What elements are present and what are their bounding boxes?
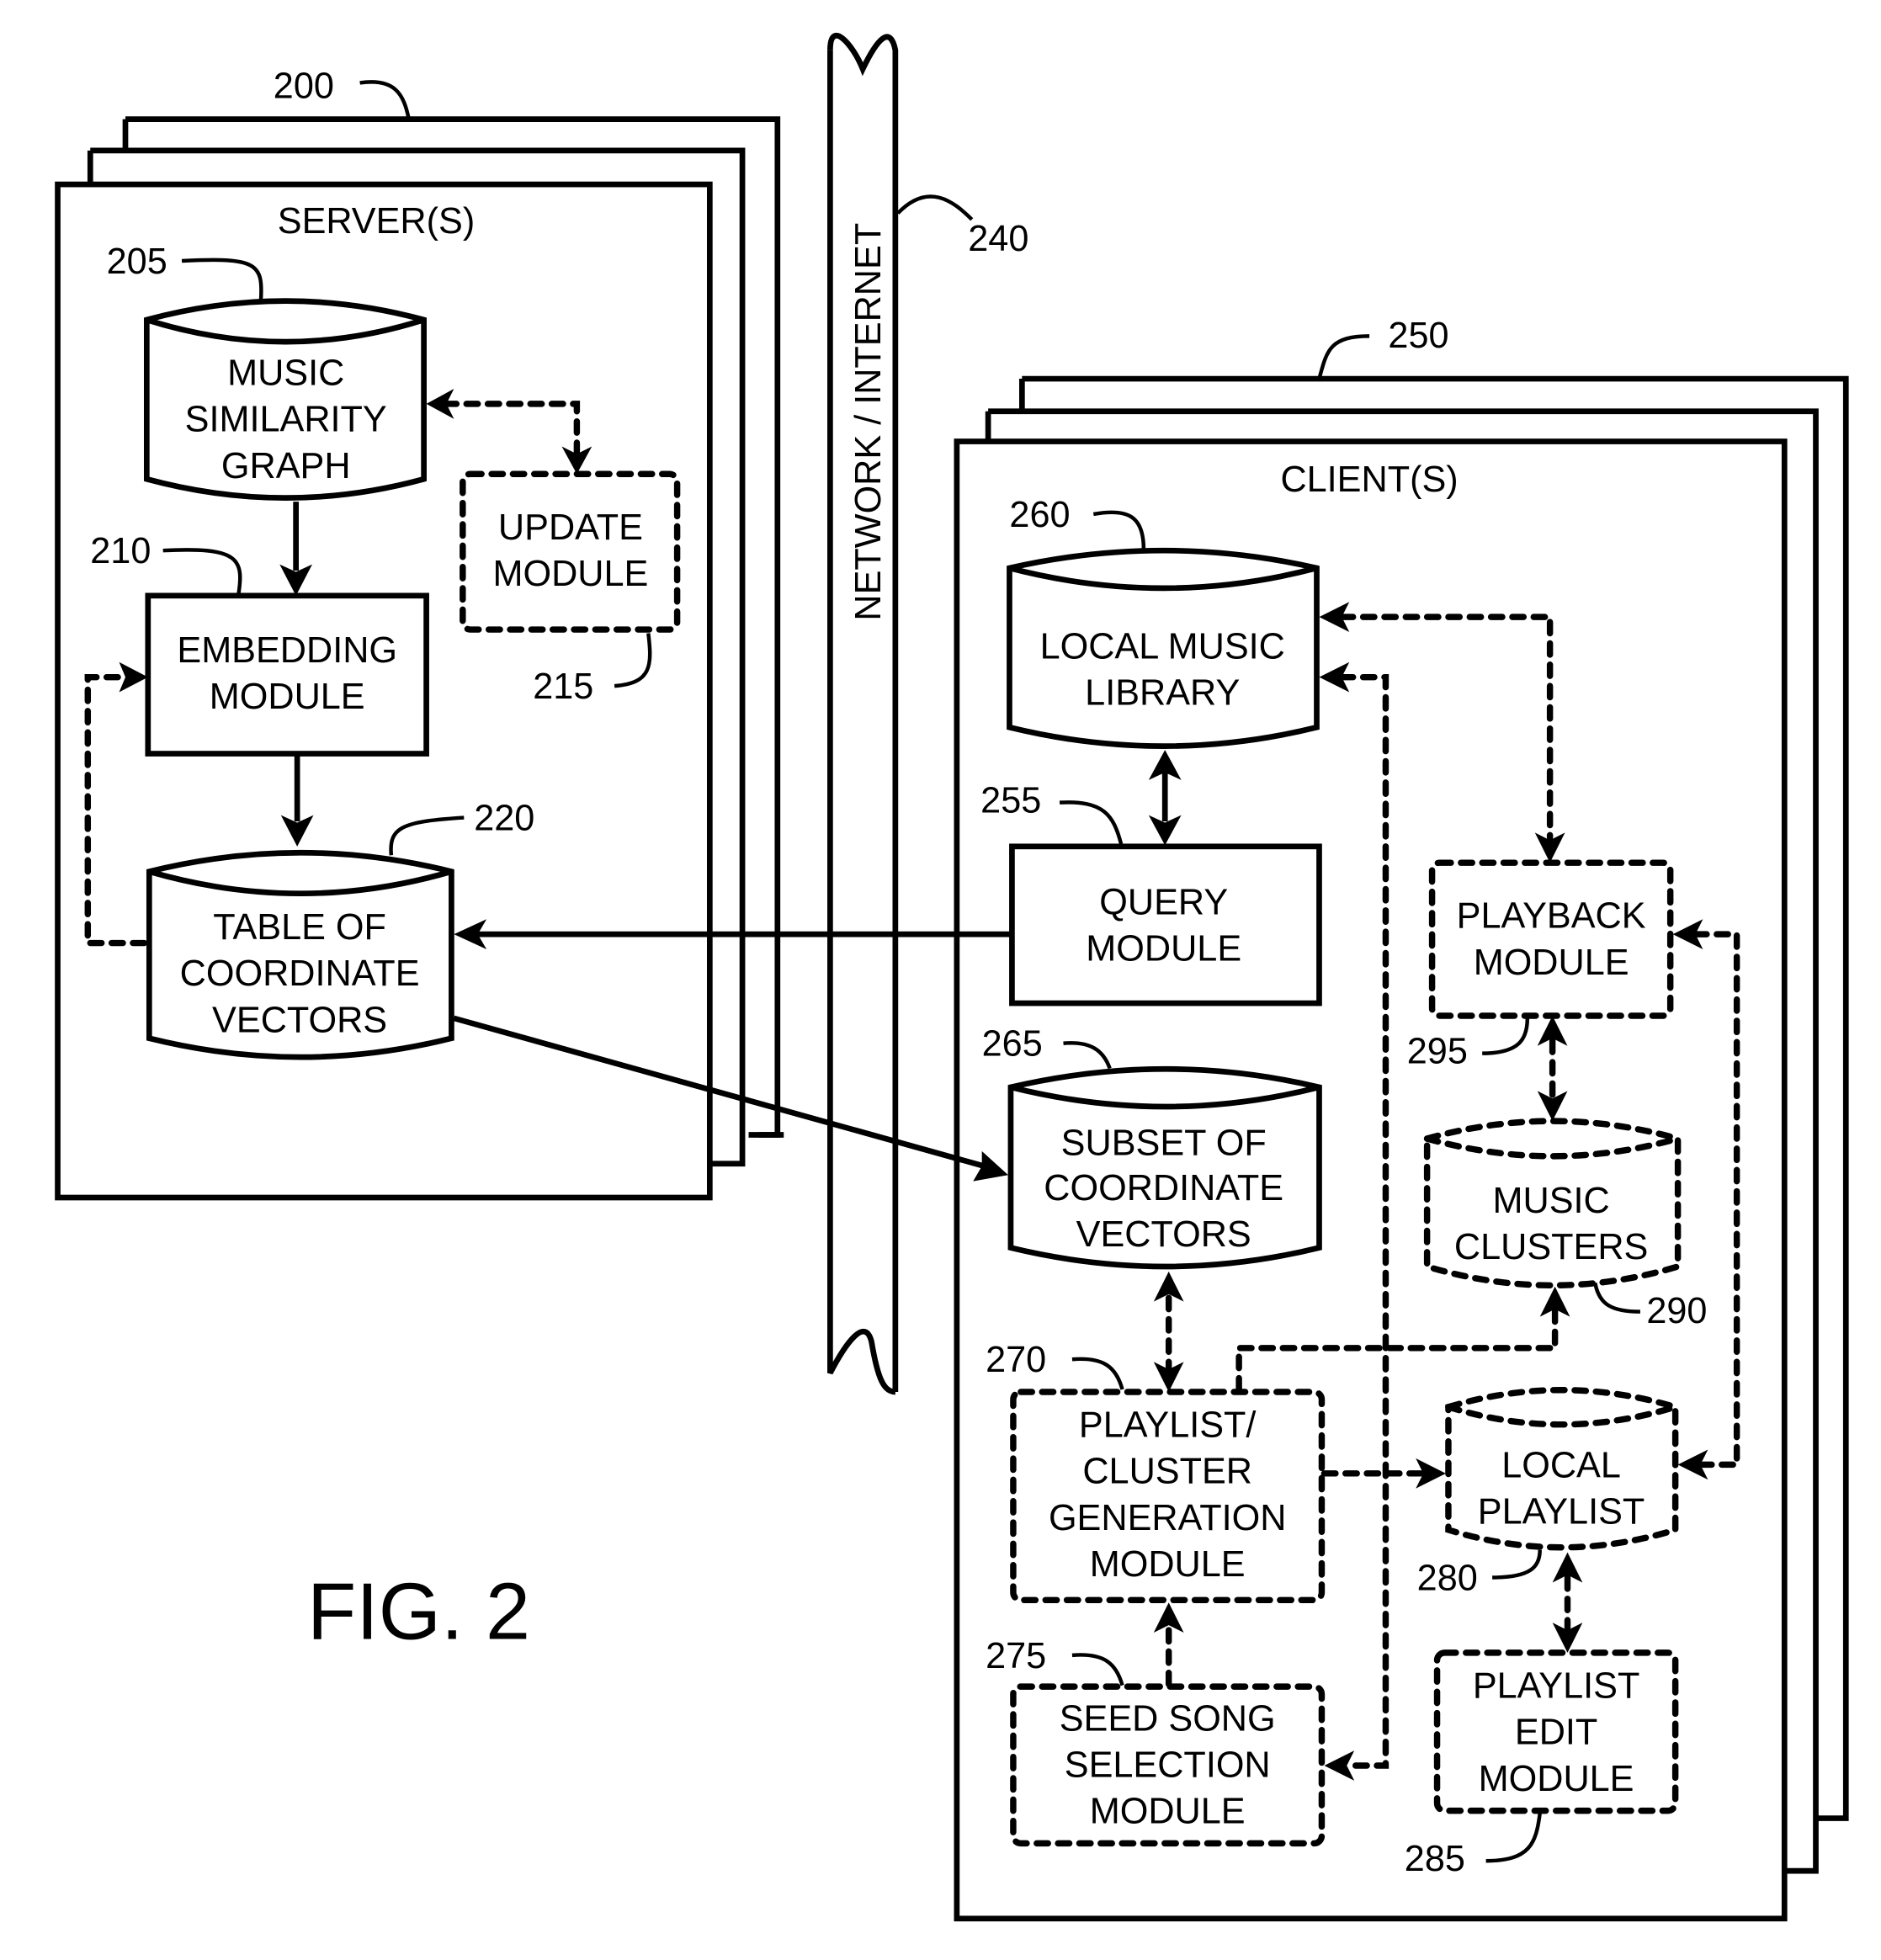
db-label-line: VECTORS — [1076, 1214, 1251, 1255]
local-playlist-db: LOCAL PLAYLIST — [1445, 1387, 1679, 1551]
ref-240: 240 — [968, 219, 1028, 259]
query-module-label: MODULE — [1086, 928, 1241, 969]
embedding-module-label: EMBEDDING — [177, 630, 397, 671]
playback-module-label: MODULE — [1474, 943, 1629, 983]
seed-module-label: MODULE — [1090, 1792, 1246, 1832]
leader-250 — [1317, 334, 1370, 380]
fig2-diagram: SERVER(S) 200 MUSIC SIMILARITY GRAPH 205… — [55, 33, 1849, 1922]
edit-module-label: MODULE — [1479, 1759, 1634, 1799]
leader-200 — [359, 80, 411, 120]
ref-280: 280 — [1417, 1558, 1478, 1598]
ref-295: 295 — [1407, 1032, 1468, 1072]
music-clusters-db: MUSIC CLUSTERS — [1423, 1118, 1682, 1289]
subset-vectors-db: SUBSET OF COORDINATE VECTORS — [1007, 1065, 1322, 1270]
query-module-label: QUERY — [1099, 882, 1228, 922]
ref-265: 265 — [982, 1024, 1043, 1065]
db-label-line: CLUSTERS — [1454, 1227, 1648, 1267]
server-title: SERVER(S) — [278, 201, 475, 242]
db-label-line: PLAYLIST — [1478, 1491, 1645, 1532]
edit-module-label: EDIT — [1515, 1713, 1597, 1753]
generation-module-label: PLAYLIST/ — [1079, 1405, 1257, 1446]
coordinate-table-db: TABLE OF COORDINATE VECTORS — [146, 849, 454, 1060]
ref-205: 205 — [107, 242, 167, 282]
leader-240 — [896, 194, 974, 221]
embedding-module-box — [145, 592, 429, 757]
update-module-label: UPDATE — [498, 507, 643, 548]
network-label: NETWORK / INTERNET — [848, 223, 889, 621]
db-label-line: VECTORS — [212, 1000, 387, 1040]
update-module-label: MODULE — [493, 554, 649, 594]
db-label-line: SIMILARITY — [185, 400, 387, 440]
generation-module-label: MODULE — [1090, 1544, 1246, 1585]
ref-220: 220 — [474, 798, 534, 838]
client-title: CLIENT(S) — [1280, 459, 1458, 500]
db-label-line: TABLE OF — [213, 907, 386, 948]
ref-260: 260 — [1009, 495, 1070, 535]
music-similarity-graph-db: MUSIC SIMILARITY GRAPH — [143, 298, 427, 501]
edit-module-label: PLAYLIST — [1473, 1666, 1640, 1707]
generation-module-label: GENERATION — [1049, 1498, 1286, 1538]
db-label-line: LOCAL MUSIC — [1040, 626, 1285, 667]
ref-200: 200 — [274, 66, 334, 106]
embedding-module-label: MODULE — [210, 677, 365, 717]
playback-module-label: PLAYBACK — [1457, 896, 1646, 937]
db-label-line: COORDINATE — [1044, 1168, 1283, 1208]
db-label-line: MUSIC — [227, 353, 344, 393]
ref-285: 285 — [1405, 1839, 1465, 1879]
ref-250: 250 — [1388, 316, 1448, 356]
ref-275: 275 — [986, 1636, 1046, 1676]
seed-module-label: SELECTION — [1065, 1745, 1271, 1785]
db-label-line: LIBRARY — [1085, 672, 1240, 713]
ref-215: 215 — [533, 667, 593, 707]
db-label-line: COORDINATE — [180, 953, 420, 994]
db-label-line: GRAPH — [221, 446, 351, 486]
ref-270: 270 — [986, 1340, 1046, 1380]
seed-module-label: SEED SONG — [1060, 1698, 1276, 1739]
ref-290: 290 — [1646, 1291, 1707, 1331]
generation-module-label: CLUSTER — [1082, 1452, 1252, 1492]
ref-210: 210 — [90, 531, 151, 571]
db-label-line: MUSIC — [1493, 1181, 1610, 1221]
playback-module-box — [1428, 859, 1674, 1019]
ref-255: 255 — [980, 781, 1041, 821]
update-module-box — [460, 470, 681, 633]
local-music-library-db: LOCAL MUSIC LIBRARY — [1007, 547, 1320, 749]
figure-caption: FIG. 2 — [307, 1567, 530, 1656]
query-module-box — [1009, 843, 1322, 1007]
db-label-line: LOCAL — [1501, 1445, 1621, 1485]
db-label-line: SUBSET OF — [1061, 1123, 1267, 1163]
